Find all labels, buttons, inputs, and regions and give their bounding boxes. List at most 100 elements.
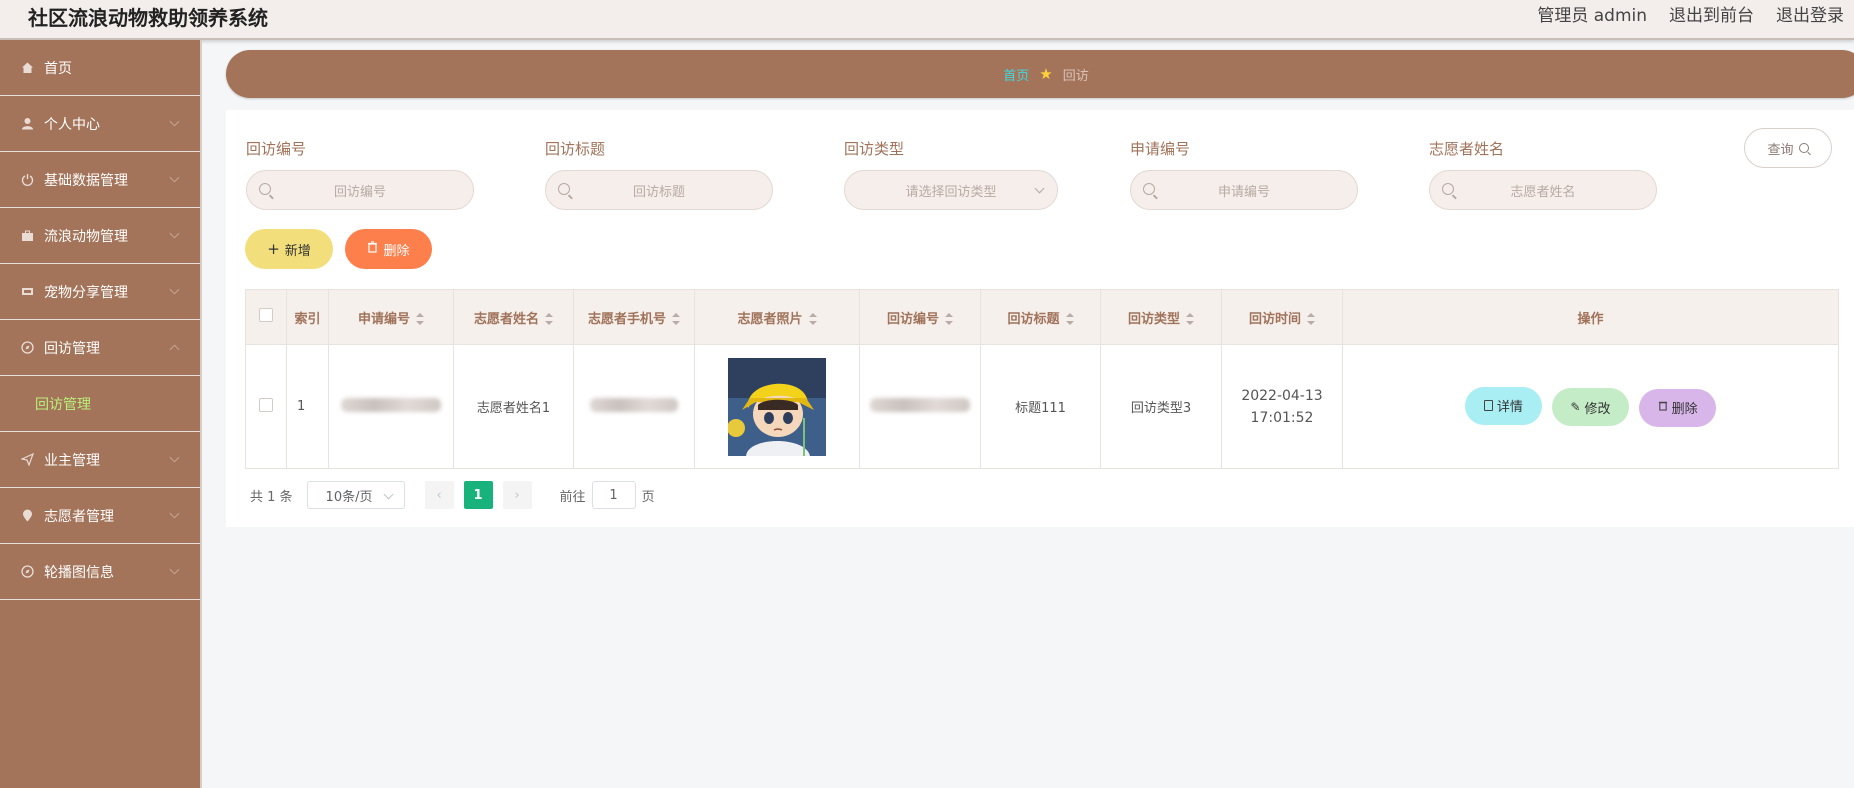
- revisit-type-select[interactable]: 请选择回访类型: [844, 170, 1058, 210]
- col-revisit-no[interactable]: 回访编号: [859, 289, 981, 345]
- col-label: 志愿者手机号: [587, 311, 666, 327]
- breadcrumb-home-link[interactable]: 首页: [1003, 65, 1029, 84]
- volunteer-photo[interactable]: [728, 357, 826, 456]
- table-row: 1 志愿者姓名1 标题111 回访类型3 2022-04-13 17:01:52…: [245, 344, 1839, 469]
- col-operations: 操作: [1342, 289, 1839, 345]
- goto-label: 前往: [559, 489, 586, 505]
- total-count: 共 1 条: [250, 489, 293, 505]
- prev-page-button[interactable]: ‹: [424, 481, 454, 509]
- edit-button[interactable]: ✎ 修改: [1552, 388, 1629, 426]
- col-label: 志愿者照片: [737, 311, 803, 327]
- document-icon: [1483, 400, 1493, 411]
- row-delete-button[interactable]: 删除: [1639, 388, 1717, 427]
- redacted-text: [590, 397, 678, 412]
- sort-icon[interactable]: [1065, 313, 1074, 325]
- col-label: 申请编号: [357, 311, 410, 327]
- col-label: 回访类型: [1127, 311, 1180, 327]
- revisit-no-input[interactable]: 回访编号: [246, 170, 474, 210]
- send-icon: [20, 453, 34, 467]
- col-label: 索引: [294, 311, 321, 327]
- search-icon: [259, 183, 271, 195]
- next-page-button[interactable]: ›: [502, 481, 532, 509]
- col-application-no[interactable]: 申请编号: [328, 289, 454, 345]
- chevron-down-icon: [169, 172, 180, 183]
- power-icon: [20, 173, 34, 187]
- sort-icon[interactable]: [1186, 313, 1194, 325]
- cell-revisit-no: [859, 344, 981, 469]
- col-volunteer-phone[interactable]: 志愿者手机号: [573, 289, 695, 345]
- chevron-down-icon: [169, 452, 180, 463]
- location-icon: [20, 509, 34, 523]
- logout-link[interactable]: 退出登录: [1776, 1, 1844, 26]
- sidebar-item-stray-animals[interactable]: 流浪动物管理: [0, 208, 200, 264]
- col-revisit-title[interactable]: 回访标题: [980, 289, 1101, 345]
- col-label: 回访时间: [1248, 311, 1301, 327]
- sidebar: 首页 个人中心 基础数据管理 流浪动物管理 宠物分享管理 回访管理 回访管理 业…: [0, 40, 202, 788]
- sidebar-item-label: 业主管理: [44, 452, 100, 469]
- breadcrumb-current: 回访: [1062, 68, 1089, 84]
- edit-button-label: 修改: [1584, 401, 1611, 417]
- col-volunteer-photo[interactable]: 志愿者照片: [694, 289, 860, 345]
- sort-icon[interactable]: [808, 313, 817, 325]
- filter-label: 回访类型: [844, 140, 905, 158]
- input-placeholder: 志愿者姓名: [1510, 184, 1576, 200]
- sidebar-item-pet-share[interactable]: 宠物分享管理: [0, 264, 200, 320]
- page-suffix: 页: [641, 489, 655, 505]
- sidebar-item-label: 首页: [44, 60, 72, 77]
- exit-to-front-link[interactable]: 退出到前台: [1669, 1, 1754, 26]
- sort-icon[interactable]: [545, 313, 553, 325]
- sidebar-item-label: 回访管理: [44, 340, 100, 357]
- batch-delete-button[interactable]: 删除: [345, 229, 432, 269]
- application-no-input[interactable]: 申请编号: [1130, 170, 1358, 210]
- sort-icon[interactable]: [416, 313, 424, 325]
- col-label: 回访标题: [1007, 311, 1060, 327]
- sidebar-item-label: 个人中心: [44, 116, 100, 133]
- page-number-button[interactable]: 1: [463, 481, 493, 509]
- chevron-down-icon: [169, 116, 180, 127]
- sidebar-item-home[interactable]: 首页: [0, 40, 200, 96]
- filter-application-no: 申请编号 申请编号: [1130, 138, 1358, 210]
- filter-label: 志愿者姓名: [1429, 140, 1505, 158]
- query-button[interactable]: 查询: [1744, 128, 1832, 168]
- col-revisit-time[interactable]: 回访时间: [1221, 289, 1343, 345]
- select-all-checkbox[interactable]: [259, 308, 273, 322]
- filter-volunteer-name: 志愿者姓名 志愿者姓名: [1429, 138, 1657, 210]
- cell-application-no: [328, 344, 454, 469]
- filter-revisit-type: 回访类型 请选择回访类型: [844, 138, 1058, 210]
- input-placeholder: 回访标题: [632, 184, 685, 200]
- cell-volunteer-phone: [573, 344, 695, 469]
- page-size-select[interactable]: 10条/页: [306, 481, 405, 509]
- sidebar-item-profile[interactable]: 个人中心: [0, 96, 200, 152]
- row-select-cell: [245, 344, 287, 469]
- revisit-title-input[interactable]: 回访标题: [545, 170, 773, 210]
- sort-icon[interactable]: [945, 313, 953, 325]
- col-revisit-type[interactable]: 回访类型: [1100, 289, 1222, 345]
- search-icon: [1798, 143, 1809, 153]
- add-button[interactable]: + 新增: [245, 229, 333, 269]
- user-icon: [20, 117, 34, 131]
- plus-icon: +: [267, 240, 280, 258]
- filter-label: 申请编号: [1130, 140, 1191, 158]
- compass-icon: [20, 341, 34, 355]
- search-icon: [1143, 183, 1155, 195]
- detail-button[interactable]: 详情: [1464, 386, 1542, 425]
- volunteer-name-input[interactable]: 志愿者姓名: [1429, 170, 1657, 210]
- sort-icon[interactable]: [1307, 313, 1315, 325]
- sidebar-item-basic-data[interactable]: 基础数据管理: [0, 152, 200, 208]
- col-label: 志愿者姓名: [473, 311, 539, 327]
- trash-icon: [1658, 400, 1668, 415]
- search-icon: [1442, 183, 1454, 195]
- sidebar-item-volunteers[interactable]: 志愿者管理: [0, 488, 200, 544]
- submenu-item-revisit-management[interactable]: 回访管理: [0, 376, 200, 432]
- sidebar-item-carousel[interactable]: 轮播图信息: [0, 544, 200, 600]
- col-volunteer-name[interactable]: 志愿者姓名: [453, 289, 574, 345]
- sidebar-item-revisit[interactable]: 回访管理: [0, 320, 200, 376]
- breadcrumb: 首页 ★ 回访: [226, 50, 1854, 98]
- trash-icon: [367, 241, 378, 257]
- sort-icon[interactable]: [672, 313, 680, 325]
- redacted-text: [341, 397, 441, 412]
- goto-page-input[interactable]: 1: [591, 481, 636, 509]
- sidebar-item-owners[interactable]: 业主管理: [0, 432, 200, 488]
- row-checkbox[interactable]: [259, 397, 273, 412]
- filter-revisit-title: 回访标题 回访标题: [545, 138, 773, 210]
